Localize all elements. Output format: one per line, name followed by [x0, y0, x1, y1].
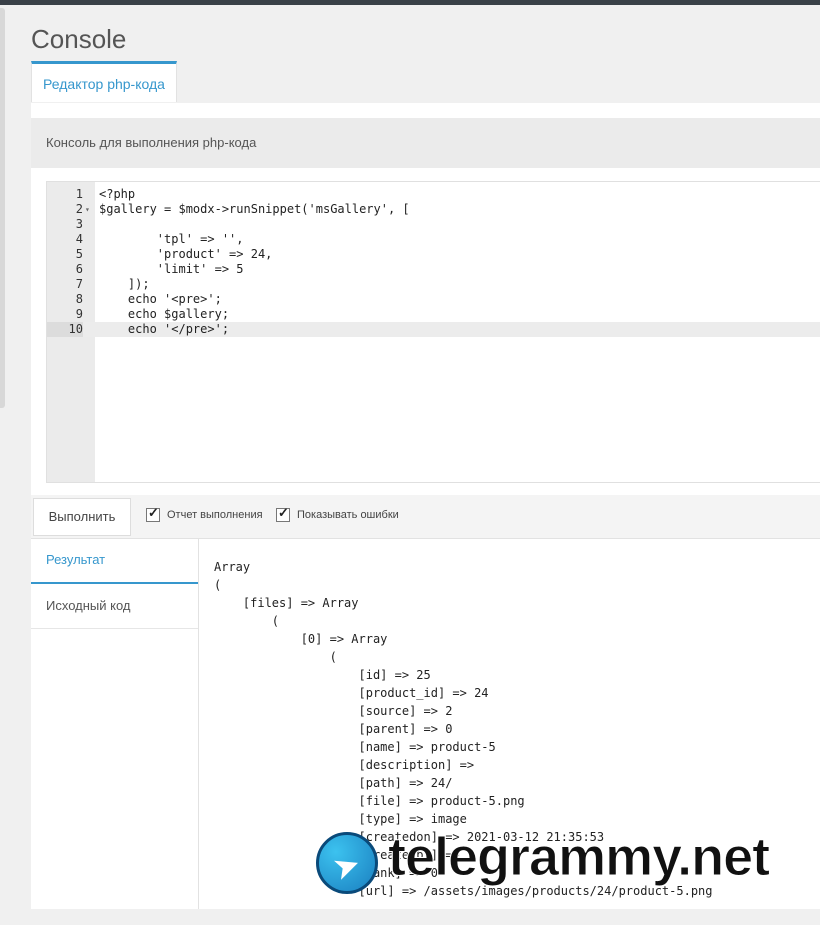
- tab-bar: Редактор php-кода: [31, 61, 820, 104]
- console-panel: Консоль для выполнения php-кода 1 <?php 2 ▾…: [31, 103, 820, 909]
- line-number: 7: [75, 277, 83, 291]
- report-label: Отчет выполнения: [167, 509, 263, 521]
- code-line[interactable]: 5 'product' => 24,: [47, 247, 820, 262]
- code-text: echo '</pre>';: [99, 322, 230, 336]
- telegram-logo-icon: ➤: [316, 832, 378, 894]
- show-errors-checkbox[interactable]: Показывать ошибки: [276, 505, 399, 522]
- run-button[interactable]: Выполнить: [33, 498, 131, 536]
- code-line[interactable]: 2 ▾ $gallery = $modx->runSnippet('msGaller…: [47, 202, 820, 217]
- report-checkbox[interactable]: Отчет выполнения: [146, 505, 263, 522]
- code-line[interactable]: 8 echo '<pre>';: [47, 292, 820, 307]
- code-line[interactable]: 7 ]);: [47, 277, 820, 292]
- run-toolbar: Выполнить Отчет выполнения Показывать ош…: [31, 495, 820, 539]
- fold-arrow-icon[interactable]: ▾: [85, 202, 90, 217]
- tab-source-code[interactable]: Исходный код: [31, 584, 198, 629]
- code-line[interactable]: 6 'limit' => 5: [47, 262, 820, 277]
- tab-php-editor[interactable]: Редактор php-кода: [31, 61, 177, 102]
- line-number: 5: [75, 247, 83, 261]
- code-editor[interactable]: 1 <?php 2 ▾ $gallery = $modx->runSnippet('ms…: [46, 181, 820, 483]
- line-number: 2: [75, 202, 83, 216]
- line-number: 9: [75, 307, 83, 321]
- code-line[interactable]: 3: [47, 217, 820, 232]
- code-text: 'tpl' => '',: [99, 232, 244, 246]
- code-line[interactable]: 10 echo '</pre>';: [47, 322, 820, 337]
- code-text: <?php: [99, 187, 136, 201]
- top-bar: [0, 0, 820, 5]
- line-number: 8: [75, 292, 83, 306]
- line-number: 6: [75, 262, 83, 276]
- code-text: 'limit' => 5: [99, 262, 244, 276]
- checkbox-checked-icon[interactable]: [146, 505, 160, 522]
- watermark-text: telegrammy.net: [387, 827, 770, 888]
- tab-result[interactable]: Результат: [31, 538, 198, 584]
- result-side-tabs: Результат Исходный код: [31, 538, 199, 909]
- description-text: Консоль для выполнения php-кода: [46, 135, 257, 150]
- code-line[interactable]: 4 'tpl' => '',: [47, 232, 820, 247]
- line-number: 4: [75, 232, 83, 246]
- left-scroll-rail[interactable]: [0, 8, 5, 408]
- code-text: echo $gallery;: [99, 307, 230, 321]
- code-line[interactable]: 1 <?php: [47, 187, 820, 202]
- show-errors-label: Показывать ошибки: [297, 509, 399, 521]
- code-line[interactable]: 9 echo $gallery;: [47, 307, 820, 322]
- page-title: Console: [31, 24, 127, 54]
- line-number: 1: [75, 187, 83, 201]
- code-text: ]);: [99, 277, 150, 291]
- code-text: 'product' => 24,: [99, 247, 273, 261]
- line-number: 10: [47, 322, 83, 337]
- code-text: $gallery = $modx->runSnippet('msGallery'…: [99, 202, 410, 216]
- checkbox-checked-icon[interactable]: [276, 505, 290, 522]
- paper-plane-icon: ➤: [327, 844, 366, 888]
- code-text: echo '<pre>';: [99, 292, 222, 306]
- watermark: ➤ telegrammy.net: [316, 827, 806, 900]
- line-number: 3: [75, 217, 83, 231]
